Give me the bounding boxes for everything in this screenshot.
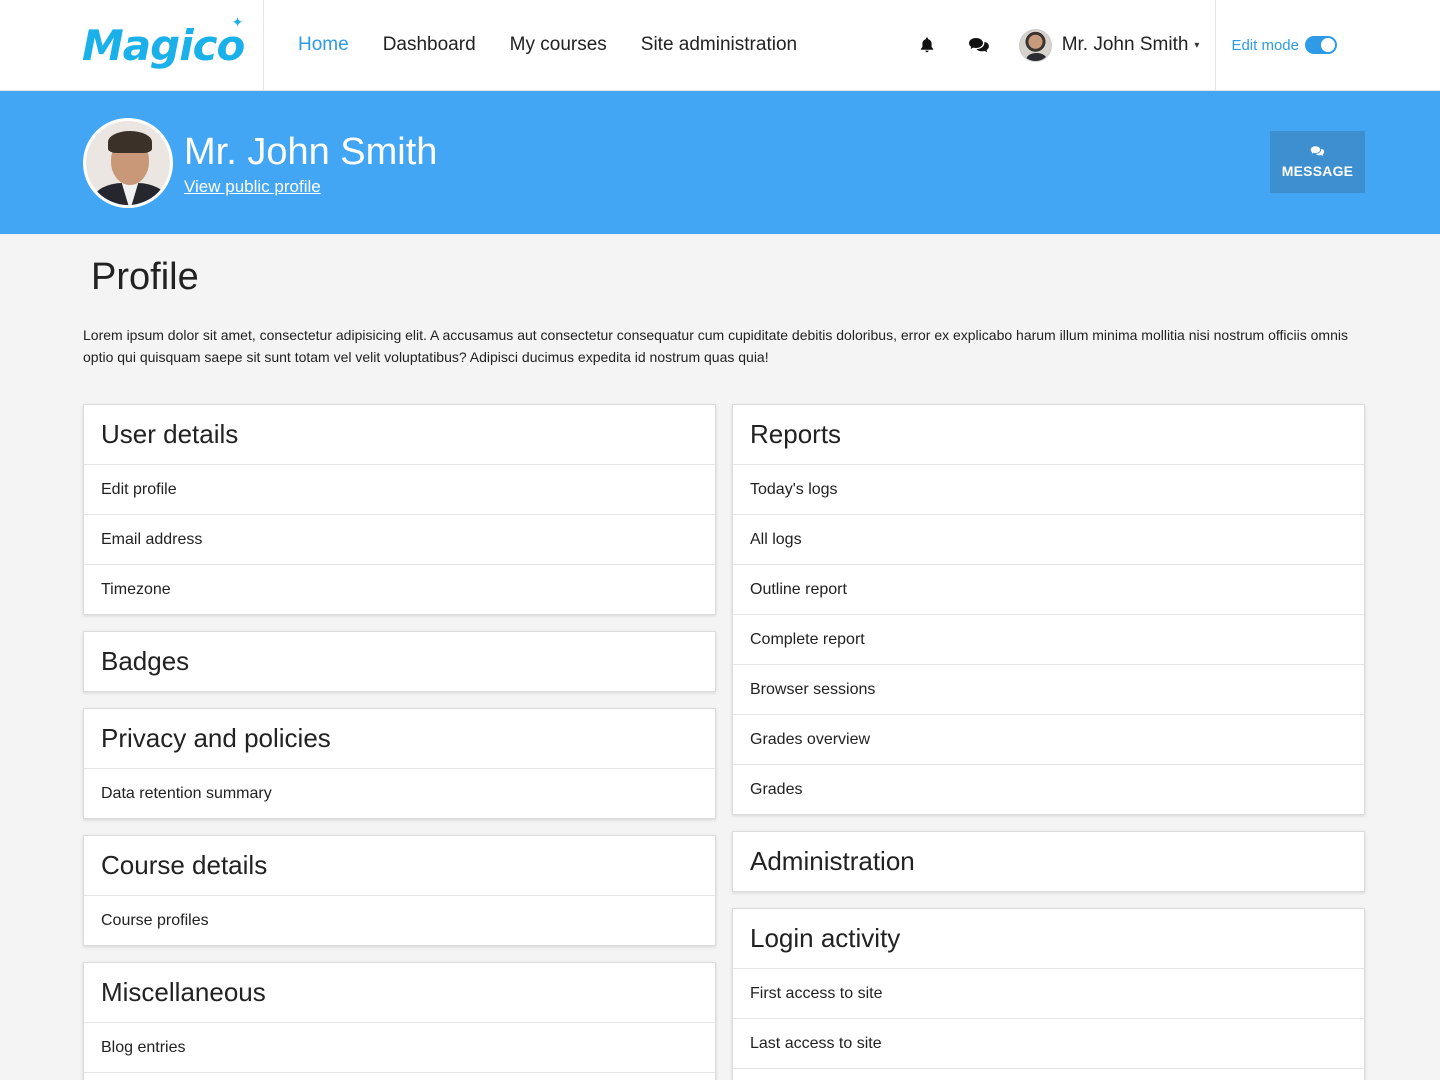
link-data-retention-summary[interactable]: Data retention summary xyxy=(84,768,715,818)
nav-home[interactable]: Home xyxy=(298,34,349,56)
card-title: Course details xyxy=(101,850,268,880)
profile-columns: User details Edit profile Email address Tim… xyxy=(83,404,1365,1080)
banner-text: Mr. John Smith View public profile xyxy=(184,130,438,198)
top-navbar: Magico ✦ Home Dashboard My courses Site a… xyxy=(0,0,1440,91)
card-title: Badges xyxy=(101,646,190,676)
avatar xyxy=(1018,28,1052,62)
card-title: User details xyxy=(101,419,239,449)
card-reports: Reports Today's logs All logs Outline repor… xyxy=(732,404,1365,815)
page-intro: Lorem ipsum dolor sit amet, consectetur … xyxy=(83,327,1348,365)
caret-down-icon: ▾ xyxy=(1194,39,1200,51)
sparkle-icon: ✦ xyxy=(231,14,244,31)
nav-my-courses[interactable]: My courses xyxy=(510,34,607,56)
page-title: Profile xyxy=(91,256,199,298)
chat-icon xyxy=(1310,145,1325,160)
nav-site-administration[interactable]: Site administration xyxy=(641,34,797,56)
link-last-access-to-site[interactable]: Last access to site xyxy=(733,1018,1364,1068)
user-menu-name: Mr. John Smith xyxy=(1061,34,1189,55)
card-title: Privacy and policies xyxy=(101,723,331,753)
message-button[interactable]: MESSAGE xyxy=(1270,131,1365,193)
link-grades-overview[interactable]: Grades overview xyxy=(733,714,1364,764)
user-menu[interactable]: Mr. John Smith ▾ xyxy=(1005,0,1216,91)
link-blog-entries[interactable]: Blog entries xyxy=(84,1022,715,1072)
link-grades[interactable]: Grades xyxy=(733,764,1364,814)
link-email-address[interactable]: Email address xyxy=(84,514,715,564)
link-timezone[interactable]: Timezone xyxy=(84,564,715,614)
link-course-profiles[interactable]: Course profiles xyxy=(84,895,715,945)
edit-mode-label: Edit mode xyxy=(1231,36,1299,54)
chat-icon[interactable] xyxy=(953,0,1005,91)
card-badges: Badges xyxy=(83,631,716,692)
edit-mode-toggle[interactable] xyxy=(1305,36,1337,54)
logo-container: Magico ✦ xyxy=(0,0,264,90)
nav-dashboard[interactable]: Dashboard xyxy=(383,34,476,56)
card-title: Miscellaneous xyxy=(101,977,266,1007)
link-outline-report[interactable]: Outline report xyxy=(733,564,1364,614)
link-edit-profile[interactable]: Edit profile xyxy=(84,464,715,514)
edit-mode-control: Edit mode xyxy=(1215,0,1440,91)
list-item[interactable] xyxy=(733,1068,1364,1080)
profile-banner: Mr. John Smith View public profile MESSA… xyxy=(0,91,1440,234)
list-item[interactable] xyxy=(84,1072,715,1080)
card-miscellaneous: Miscellaneous Blog entries xyxy=(83,962,716,1080)
link-today-s-logs[interactable]: Today's logs xyxy=(733,464,1364,514)
right-column: Reports Today's logs All logs Outline repor… xyxy=(732,404,1365,1080)
card-user-details: User details Edit profile Email address Tim… xyxy=(83,404,716,615)
site-logo[interactable]: Magico ✦ xyxy=(82,15,245,70)
card-course-details: Course details Course profiles xyxy=(83,835,716,946)
navbar-tools: Mr. John Smith ▾ Edit mode xyxy=(901,0,1440,91)
card-administration: Administration xyxy=(732,831,1365,892)
link-first-access-to-site[interactable]: First access to site xyxy=(733,968,1364,1018)
bell-icon[interactable] xyxy=(901,0,953,91)
main-content: Profile Lorem ipsum dolor sit amet, cons… xyxy=(0,234,1440,1080)
card-title: Administration xyxy=(750,846,915,876)
message-button-label: MESSAGE xyxy=(1281,163,1354,179)
card-login-activity: Login activity First access to site Last a… xyxy=(732,908,1365,1080)
card-privacy-and-policies: Privacy and policies Data retention summa… xyxy=(83,708,716,819)
view-public-profile-link[interactable]: View public profile xyxy=(184,177,321,197)
link-all-logs[interactable]: All logs xyxy=(733,514,1364,564)
link-browser-sessions[interactable]: Browser sessions xyxy=(733,664,1364,714)
link-complete-report[interactable]: Complete report xyxy=(733,614,1364,664)
primary-nav: Home Dashboard My courses Site administr… xyxy=(264,0,901,90)
profile-name: Mr. John Smith xyxy=(184,130,438,173)
left-column: User details Edit profile Email address Tim… xyxy=(83,404,716,1080)
profile-avatar xyxy=(83,117,173,208)
card-title: Reports xyxy=(750,419,842,449)
card-title: Login activity xyxy=(750,923,901,953)
